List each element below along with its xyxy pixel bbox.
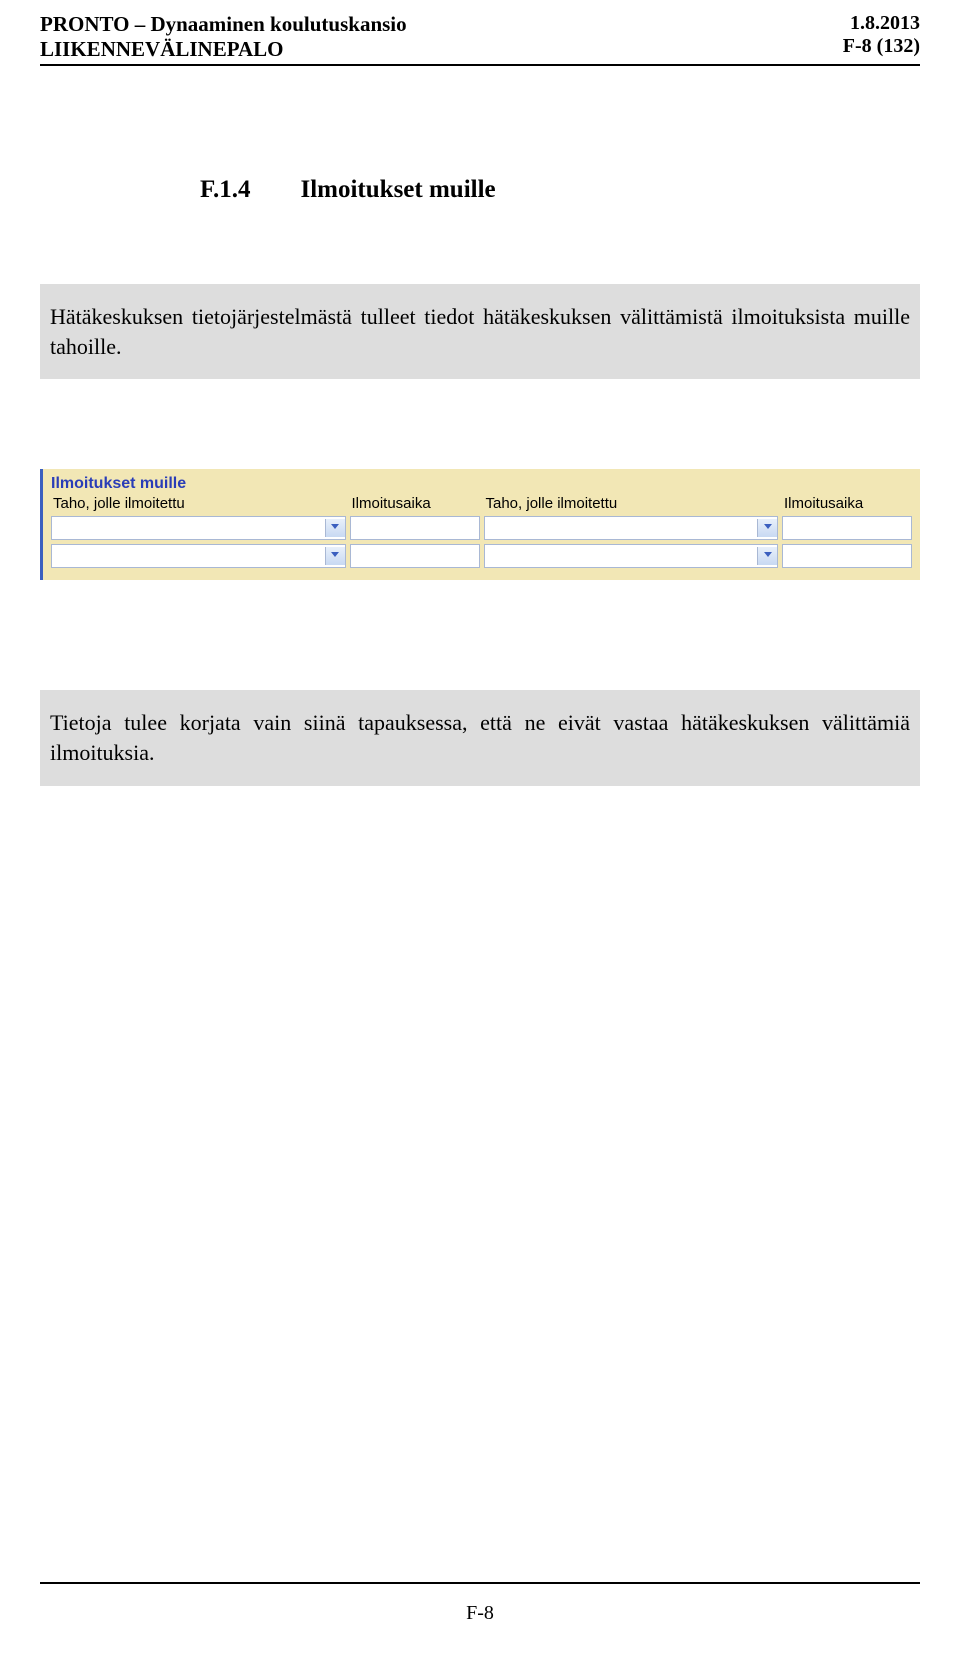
page: PRONTO – Dynaaminen koulutuskansio LIIKE… [0,0,960,1665]
dropdown-button[interactable] [757,519,777,537]
footer-page-number: F-8 [40,1602,920,1625]
taho-input-2b[interactable] [485,547,758,565]
dropdown-button[interactable] [757,547,777,565]
taho-input-1b[interactable] [485,519,758,537]
header-page-ref: F-8 (132) [843,35,920,58]
aika-input-1a[interactable] [350,516,480,540]
col-header-taho-2: Taho, jolle ilmoitettu [484,495,779,512]
page-footer: F-8 [40,1582,920,1625]
aika-input-2a[interactable] [350,544,480,568]
dropdown-button[interactable] [325,519,345,537]
col-header-taho-1: Taho, jolle ilmoitettu [51,495,346,512]
col-header-aika-2: Ilmoitusaika [782,495,912,512]
section-heading: F.1.4 Ilmoitukset muille [200,176,920,204]
section-title: Ilmoitukset muille [300,176,495,204]
footer-divider [40,1582,920,1584]
taho-select-1a[interactable] [51,516,346,540]
taho-select-1b[interactable] [484,516,779,540]
taho-select-2b[interactable] [484,544,779,568]
col-header-aika-1: Ilmoitusaika [350,495,480,512]
form-title: Ilmoitukset muille [51,475,912,493]
header-title-1: PRONTO – Dynaaminen koulutuskansio [40,12,407,37]
form-header-row: Taho, jolle ilmoitettu Ilmoitusaika Taho… [51,495,912,514]
chevron-down-icon [331,524,339,533]
chevron-down-icon [764,524,772,533]
header-right: 1.8.2013 F-8 (132) [843,12,920,58]
table-row [51,542,912,570]
section-number: F.1.4 [200,176,250,204]
info-box-1: Hätäkeskuksen tietojärjestelmästä tullee… [40,284,920,379]
info-box-2: Tietoja tulee korjata vain siinä tapauks… [40,690,920,785]
header-date: 1.8.2013 [843,12,920,35]
table-row [51,514,912,542]
aika-input-2b[interactable] [782,544,912,568]
chevron-down-icon [764,552,772,561]
header-divider [40,64,920,66]
aika-input-1b[interactable] [782,516,912,540]
taho-input-2a[interactable] [52,547,325,565]
chevron-down-icon [331,552,339,561]
taho-select-2a[interactable] [51,544,346,568]
header-title-2: LIIKENNEVÄLINEPALO [40,37,407,62]
taho-input-1a[interactable] [52,519,325,537]
page-header: PRONTO – Dynaaminen koulutuskansio LIIKE… [40,12,920,62]
form-panel: Ilmoitukset muille Taho, jolle ilmoitett… [40,469,920,580]
header-left: PRONTO – Dynaaminen koulutuskansio LIIKE… [40,12,407,62]
dropdown-button[interactable] [325,547,345,565]
